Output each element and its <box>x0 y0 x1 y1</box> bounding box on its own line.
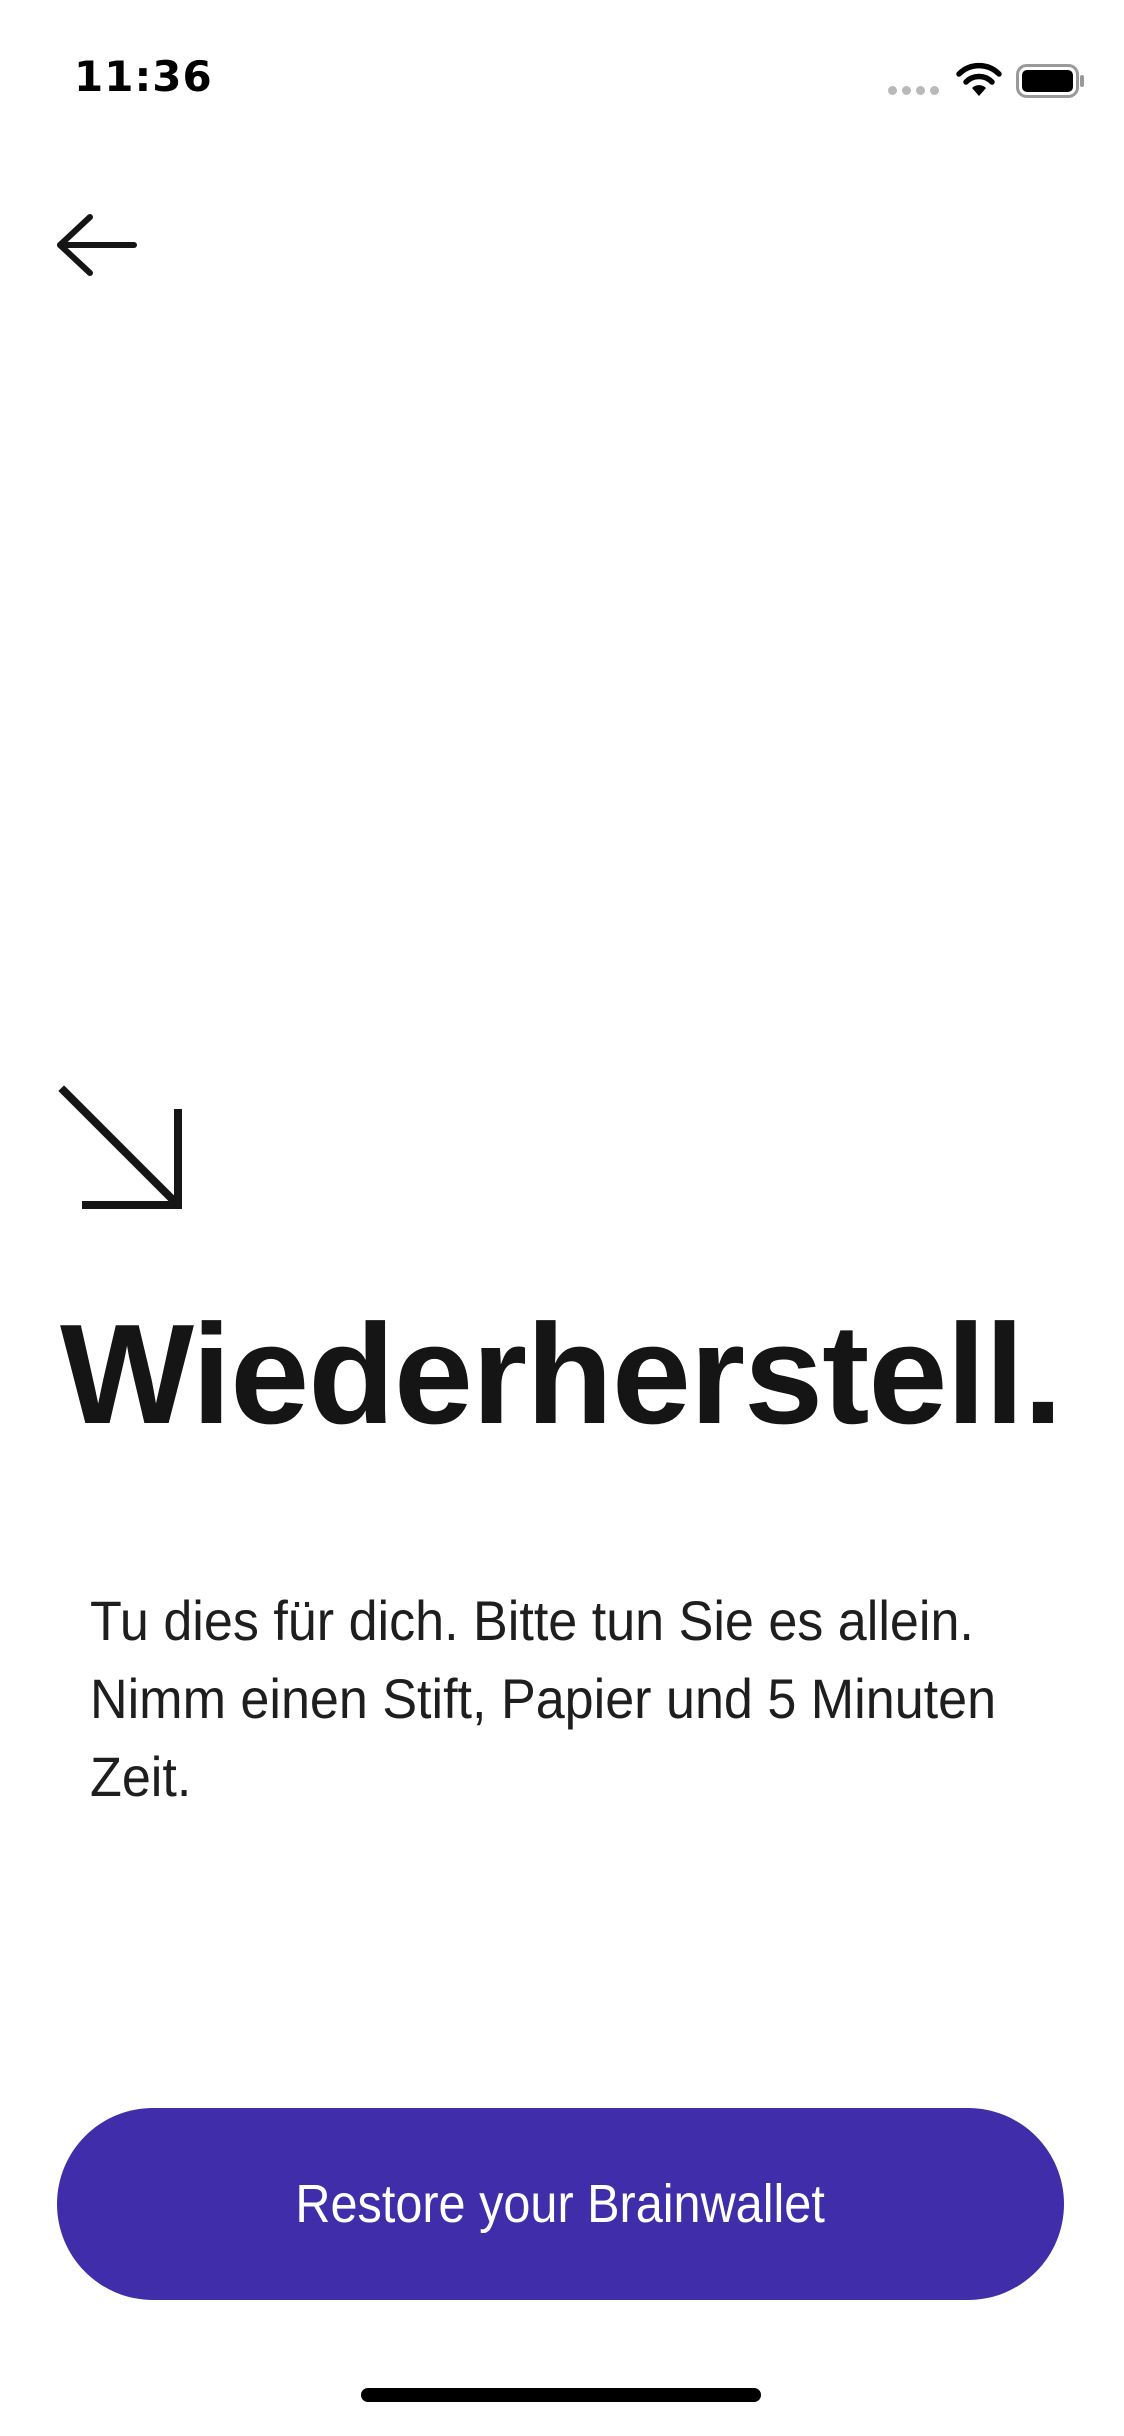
home-indicator <box>361 2388 761 2402</box>
description-text: Tu dies für dich. Bitte tun Sie es allei… <box>90 1589 997 1808</box>
restore-brainwallet-button[interactable]: Restore your Brainwallet <box>57 2108 1064 2300</box>
wifi-icon <box>956 62 1002 96</box>
back-button[interactable] <box>50 205 150 285</box>
cellular-signal-icon <box>888 86 939 95</box>
battery-icon <box>1016 64 1084 98</box>
status-bar: 11:36 <box>0 0 1124 150</box>
page-title: Wiederherstell... <box>60 1300 1070 1450</box>
arrow-down-right-icon <box>58 1085 182 1209</box>
arrow-left-icon <box>57 214 137 276</box>
restore-brainwallet-label: Restore your Brainwallet <box>295 2174 826 2234</box>
status-time: 11:36 <box>74 52 213 101</box>
